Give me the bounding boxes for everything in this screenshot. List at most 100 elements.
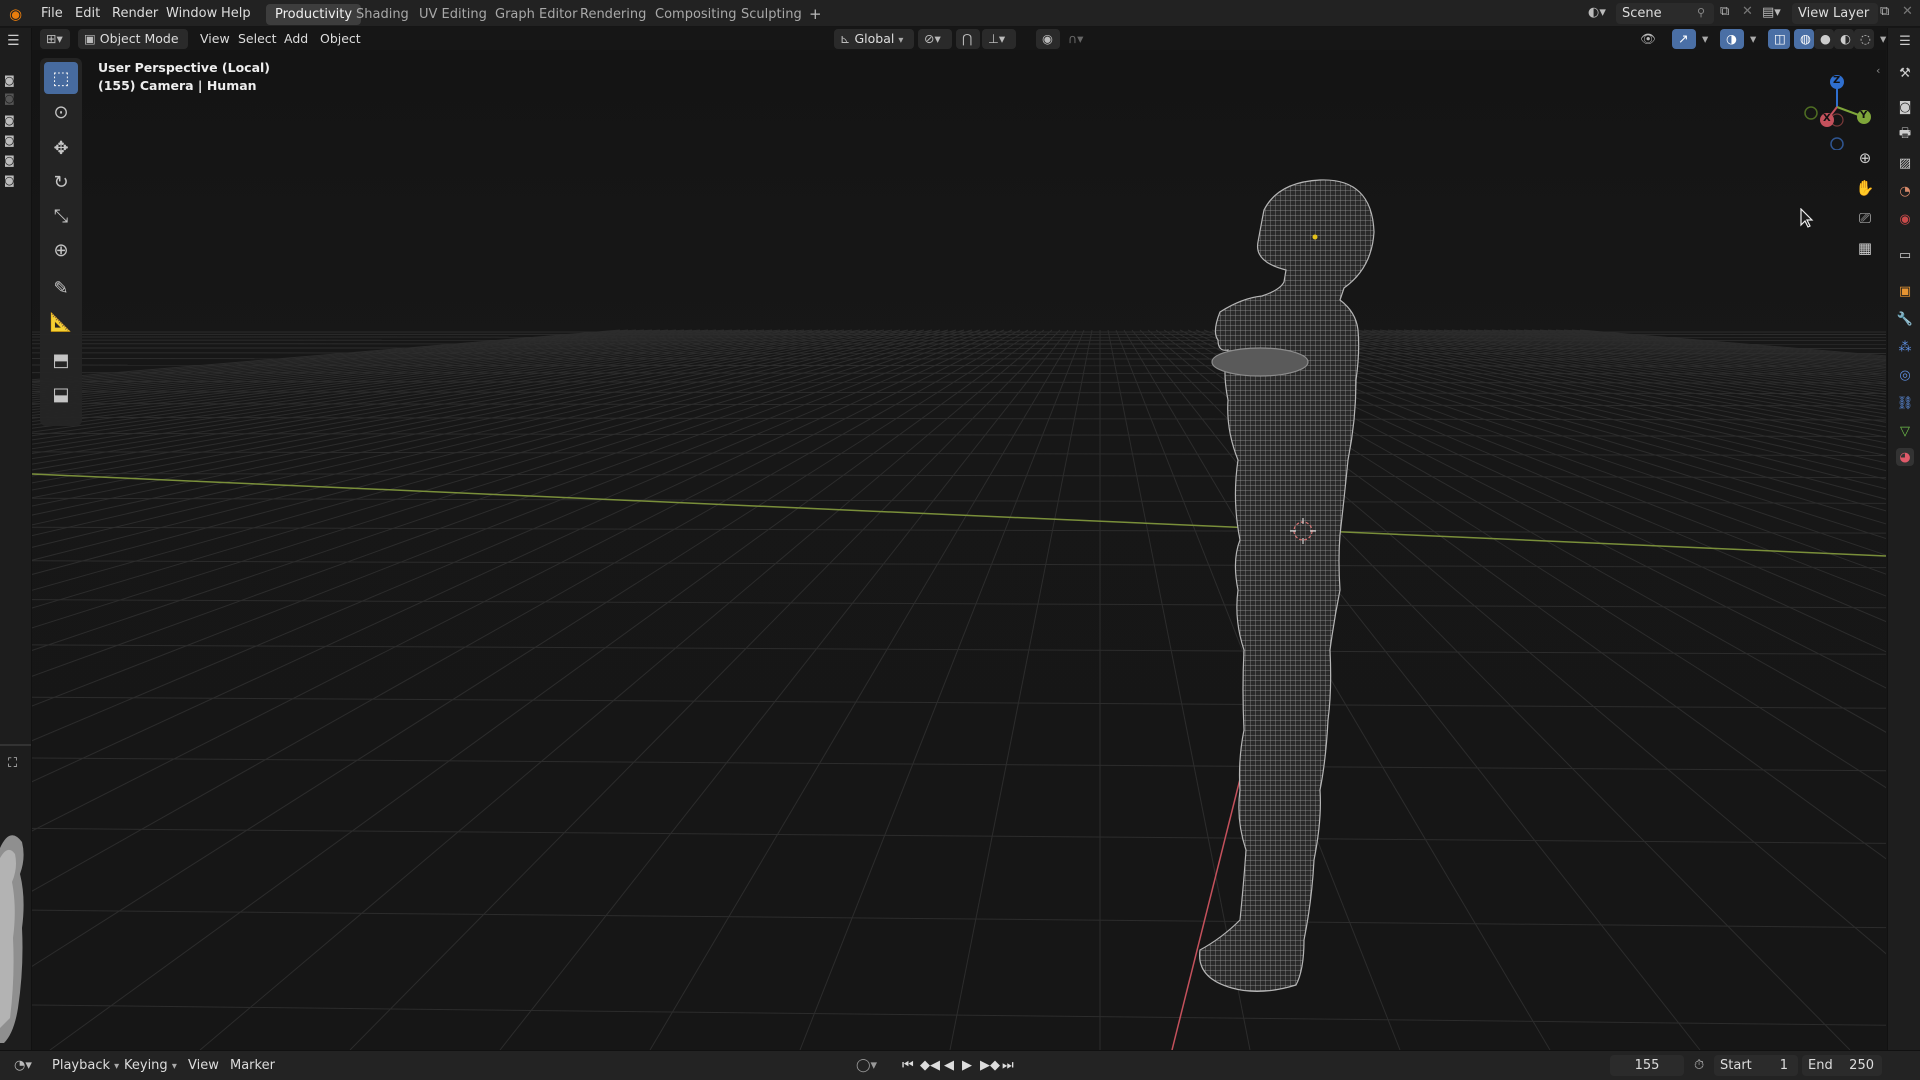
particles-properties-icon[interactable]: ⁂ [1896, 338, 1914, 356]
tool-settings-icon[interactable]: ⚒ [1896, 64, 1914, 82]
annotate-tool-icon[interactable]: ✎ [44, 272, 78, 304]
time-icon[interactable]: ⏱ [1688, 1055, 1710, 1077]
pivot-point-icon[interactable]: ⊘▾ [918, 29, 952, 49]
material-properties-icon[interactable]: ◕ [1896, 448, 1914, 466]
camera-icon[interactable]: ◙ [4, 154, 22, 170]
output-properties-icon[interactable]: 🖶 [1896, 126, 1914, 144]
cursor-tool-icon[interactable]: ⊙ [44, 96, 78, 128]
human-wireframe-mesh[interactable] [1199, 179, 1375, 992]
scale-tool-icon[interactable]: ⤡ [44, 200, 78, 232]
new-scene-icon[interactable]: ⧉ [1720, 4, 1738, 22]
move-tool-icon[interactable]: ✥ [44, 132, 78, 164]
constraints-properties-icon[interactable]: ⛓ [1896, 394, 1914, 412]
tab-compositing[interactable]: Compositing [646, 4, 746, 25]
sidebar-toggle-icon[interactable]: ‹ [1876, 64, 1880, 77]
view-layer-field[interactable]: View Layer [1792, 3, 1878, 24]
view-layer-selector-icon[interactable]: ▤▾ [1762, 5, 1790, 23]
timeline-editor-icon[interactable]: ◔▾ [8, 1055, 38, 1077]
image-editor-icon[interactable]: ⛶ [8, 756, 28, 774]
editor-type-icon[interactable]: ⊞▾ [40, 29, 70, 49]
tab-rendering[interactable]: Rendering [571, 4, 655, 25]
snap-icon[interactable]: ⋂ [956, 29, 980, 49]
tab-uv-editing[interactable]: UV Editing [410, 4, 496, 25]
start-frame-field[interactable]: Start 1 [1714, 1055, 1798, 1076]
end-frame-field[interactable]: End 250 [1802, 1055, 1882, 1076]
menu-playback[interactable]: Playback ▾ [46, 1055, 125, 1077]
measure-tool-icon[interactable]: 📐 [44, 306, 78, 338]
delete-view-layer-icon[interactable]: ✕ [1902, 4, 1916, 22]
xray-toggle-icon[interactable]: ◫ [1768, 29, 1790, 49]
camera-icon[interactable]: ◙ [4, 92, 22, 108]
rotate-tool-icon[interactable]: ↻ [44, 166, 78, 198]
camera-icon[interactable]: ◙ [4, 114, 22, 130]
delete-scene-icon[interactable]: ✕ [1742, 4, 1756, 22]
area-divider[interactable] [0, 744, 31, 746]
world-properties-icon[interactable]: ◉ [1896, 210, 1914, 228]
gizmo-toggle-icon[interactable]: ↗ [1672, 29, 1696, 49]
scene-properties-icon[interactable]: ◔ [1896, 182, 1914, 200]
transform-tool-icon[interactable]: ⊕ [44, 234, 78, 266]
render-properties-icon[interactable]: ◙ [1896, 98, 1914, 116]
wireframe-shading-icon[interactable]: ◍ [1794, 29, 1814, 49]
chevron-down-icon[interactable]: ▾ [1744, 29, 1762, 49]
tab-shading[interactable]: Shading [347, 4, 418, 25]
object-properties-icon[interactable]: ▣ [1896, 282, 1914, 300]
scene-selector-icon[interactable]: ◐▾ [1588, 5, 1616, 23]
navigation-gizmo[interactable]: Z X Y [1790, 60, 1880, 151]
menu-edit[interactable]: Edit [68, 3, 107, 25]
auto-keying-icon[interactable]: ◯▾ [850, 1055, 883, 1077]
falloff-icon[interactable]: ∩▾ [1062, 29, 1094, 49]
3d-viewport[interactable]: User Perspective (Local) (155) Camera | … [32, 50, 1886, 1050]
modifier-properties-icon[interactable]: 🔧 [1896, 310, 1914, 328]
view-layer-properties-icon[interactable]: ▨ [1896, 154, 1914, 172]
transform-orientation-dropdown[interactable]: ⊾ Global ▾ [834, 29, 914, 49]
solid-shading-icon[interactable]: ● [1814, 29, 1834, 49]
blender-logo-icon[interactable]: ◉ [9, 5, 27, 23]
end-value: 250 [1849, 1058, 1874, 1073]
menu-keying-label: Keying [124, 1058, 168, 1073]
menu-help[interactable]: Help [214, 3, 258, 25]
timeline-bar: ◔▾ Playback ▾ Keying ▾ View Marker ◯▾ ⏮ … [0, 1050, 1920, 1080]
menu-render[interactable]: Render [105, 3, 165, 25]
menu-object[interactable]: Object [314, 29, 367, 49]
material-preview-icon[interactable]: ◐ [1834, 29, 1854, 49]
new-view-layer-icon[interactable]: ⧉ [1880, 4, 1898, 22]
physics-properties-icon[interactable]: ◎ [1896, 366, 1914, 384]
add-workspace-button[interactable]: + [800, 4, 831, 25]
menu-select[interactable]: Select [232, 29, 283, 49]
visibility-icon[interactable]: 👁▾ [1634, 29, 1666, 66]
rendered-shading-icon[interactable]: ◌ [1854, 29, 1874, 49]
overlays-toggle-icon[interactable]: ◑ [1720, 29, 1744, 49]
editor-type-icon[interactable]: ☰ [7, 33, 25, 51]
menu-view[interactable]: View [194, 29, 236, 49]
zoom-icon[interactable]: ⊕ [1852, 145, 1878, 171]
snap-target-icon[interactable]: ⊥▾ [982, 29, 1016, 49]
viewport-object-label: (155) Camera | Human [98, 78, 257, 93]
pin-icon[interactable]: ⚲ [1697, 6, 1705, 19]
menu-file[interactable]: File [34, 3, 70, 25]
collection-properties-icon[interactable]: ▭ [1896, 246, 1914, 264]
editor-type-icon[interactable]: ☰ [1896, 32, 1914, 50]
mode-dropdown[interactable]: ▣ Object Mode ▾ [78, 29, 188, 66]
tab-sculpting[interactable]: Sculpting [732, 4, 811, 25]
menu-keying[interactable]: Keying ▾ [118, 1055, 183, 1077]
menu-marker[interactable]: Marker [224, 1055, 281, 1077]
select-box-tool-icon[interactable]: ⬚ [44, 62, 78, 94]
camera-icon[interactable]: ◙ [4, 74, 22, 90]
jump-to-end-icon[interactable]: ⏭ [996, 1055, 1020, 1077]
add-primitive-tool-icon[interactable]: ⬓ [44, 378, 78, 410]
camera-view-icon[interactable]: ⎚ [1852, 205, 1878, 231]
perspective-toggle-icon[interactable]: ▦ [1852, 235, 1878, 261]
pan-hand-icon[interactable]: ✋ [1852, 175, 1878, 201]
menu-add[interactable]: Add [278, 29, 314, 49]
current-frame-field[interactable]: 155 [1610, 1055, 1684, 1076]
orientation-icon: ⊾ [840, 31, 851, 46]
proportional-editing-icon[interactable]: ◉ [1036, 29, 1060, 49]
chevron-down-icon[interactable]: ▾ [1696, 29, 1714, 49]
data-properties-icon[interactable]: ▽ [1896, 422, 1914, 440]
object-mode-icon: ▣ [84, 31, 96, 46]
camera-icon[interactable]: ◙ [4, 134, 22, 150]
menu-view[interactable]: View [182, 1055, 225, 1077]
camera-icon[interactable]: ◙ [4, 174, 22, 190]
add-cube-tool-icon[interactable]: ⬒ [44, 344, 78, 376]
